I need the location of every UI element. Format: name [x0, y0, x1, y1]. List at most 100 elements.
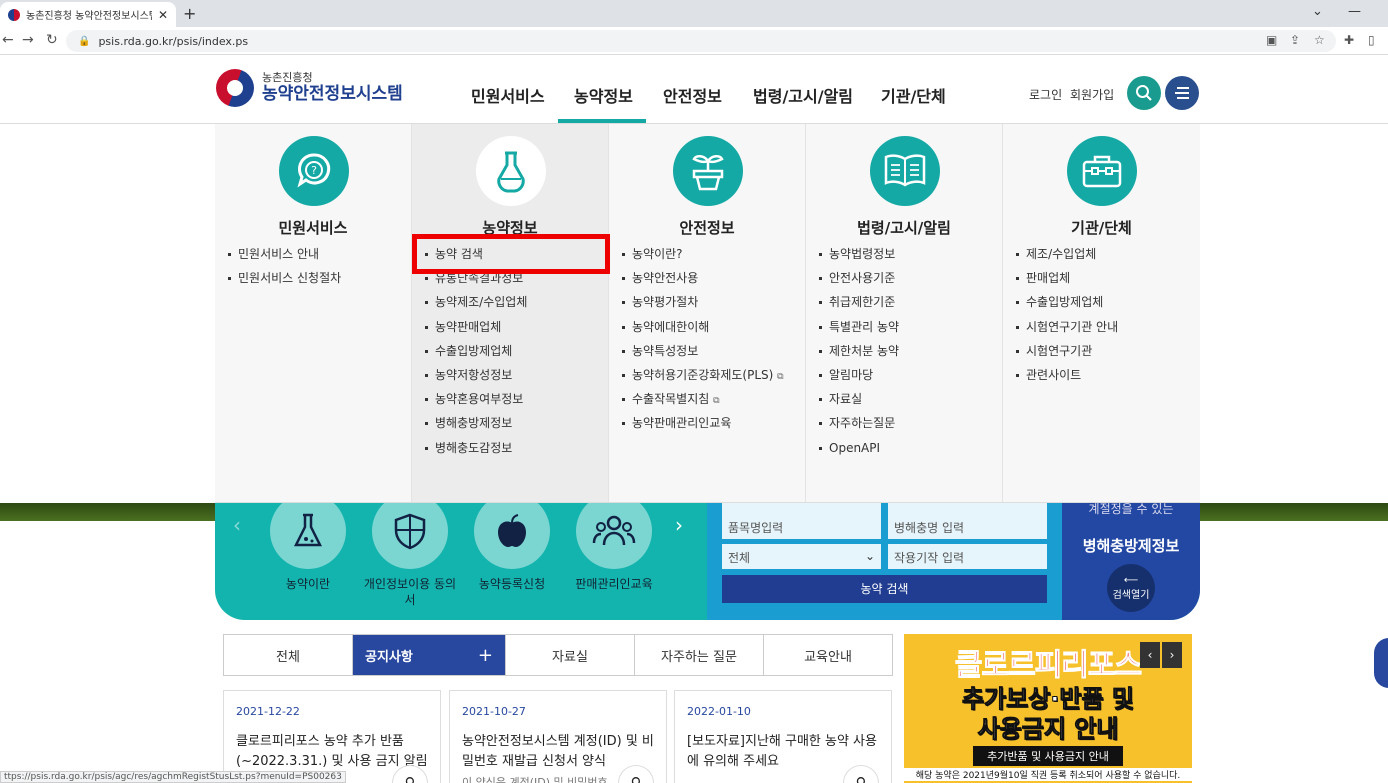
tab-resources[interactable]: 자료실	[506, 635, 635, 675]
menu-link[interactable]: 농약법령정보	[819, 244, 899, 268]
forward-icon[interactable]: →	[22, 32, 34, 48]
menu-link[interactable]: 민원서비스 안내	[228, 244, 341, 268]
banner-prev-button[interactable]: ‹	[1140, 642, 1160, 668]
menu-link[interactable]: 제한처분 농약	[819, 341, 899, 365]
menu-link[interactable]: OpenAPI	[819, 438, 899, 462]
menu-link[interactable]: 농약에대한이해	[622, 317, 784, 341]
menu-link[interactable]: 농약특성정보	[622, 341, 784, 365]
site-header: 농촌진흥청 농약안전정보시스템 민원서비스 농약정보 안전정보 법령/고시/알림…	[0, 55, 1388, 124]
search-button[interactable]	[1127, 76, 1161, 110]
site-logo[interactable]: 농촌진흥청 농약안전정보시스템	[216, 69, 403, 107]
quick-item[interactable]: 농약이란	[258, 503, 358, 592]
menu-link[interactable]: 안전사용기준	[819, 268, 899, 292]
extensions-icon[interactable]: ✚	[1344, 33, 1354, 47]
sidepanel-icon[interactable]: ▯	[1368, 33, 1375, 47]
reload-icon[interactable]: ↻	[46, 32, 58, 48]
menu-link[interactable]: 병해충도감정보	[425, 438, 527, 462]
menu-link[interactable]: 농약혼용여부정보	[425, 389, 527, 413]
menu-link[interactable]: 수출입방제업체	[425, 341, 527, 365]
quick-item-label: 판매관리인교육	[575, 577, 653, 591]
tab-faq[interactable]: 자주하는 질문	[635, 635, 764, 675]
menu-link[interactable]: 병해충방제정보	[425, 413, 527, 437]
menu-link-export[interactable]: 수출작목별지침 ⧉	[622, 389, 784, 413]
url-field[interactable]: 🔒 psis.rda.go.kr/psis/index.ps	[66, 30, 1336, 52]
svg-text:?: ?	[311, 164, 317, 177]
menu-link[interactable]: 자주하는질문	[819, 413, 899, 437]
tab-search-icon[interactable]: ⌄	[1312, 4, 1323, 19]
menu-link[interactable]: 농약판매관리인교육	[622, 413, 784, 437]
nav-item-safety-info[interactable]: 안전정보	[663, 83, 722, 107]
browser-tab[interactable]: 농촌진흥청 농약안전정보시스템 ✕	[0, 2, 176, 27]
menu-link[interactable]: 시험연구기관	[1016, 341, 1118, 365]
mega-col-title: 기관/단체	[1071, 219, 1132, 237]
menu-link[interactable]: 농약제조/수입업체	[425, 292, 527, 316]
back-icon[interactable]: ←	[2, 32, 14, 48]
bookmark-star-icon[interactable]: ☆	[1314, 33, 1325, 47]
menu-link[interactable]: 농약평가절차	[622, 292, 784, 316]
tab-education[interactable]: 교육안내	[764, 635, 892, 675]
toolbox-icon	[1067, 136, 1137, 206]
menu-link[interactable]: 관련사이트	[1016, 365, 1118, 389]
menu-link[interactable]: 알림마당	[819, 365, 899, 389]
quick-item-label: 농약이란	[285, 577, 331, 591]
product-name-input[interactable]: 품목명입력	[722, 514, 881, 539]
banner-next-button[interactable]: ›	[1162, 642, 1182, 668]
menu-link[interactable]: 농약이란?	[622, 244, 784, 268]
login-link[interactable]: 로그인	[1029, 86, 1062, 103]
tab-notice[interactable]: 공지사항 +	[353, 635, 506, 675]
quick-item[interactable]: 판매관리인교육	[564, 503, 664, 592]
menu-link[interactable]: 농약저항성정보	[425, 365, 527, 389]
mega-col-title: 안전정보	[679, 219, 735, 237]
mega-col-title: 민원서비스	[278, 219, 348, 237]
notice-card[interactable]: 2021-12-22 클로르피리포스 농약 추가 반품 (~2022.3.31.…	[223, 690, 441, 783]
tab-all[interactable]: 전체	[224, 635, 353, 675]
cast-icon[interactable]: ▣	[1266, 33, 1277, 47]
browser-status-url: ttps://psis.rda.go.kr/psis/agc/res/agchm…	[0, 771, 346, 783]
notice-card[interactable]: 2022-01-10 [보도자료]지난해 구매한 농약 사용에 유의해 주세요 …	[674, 690, 892, 783]
nav-item-institutions[interactable]: 기관/단체	[881, 83, 946, 107]
minimize-icon[interactable]: —	[1348, 4, 1361, 19]
pesticide-search-button[interactable]: 농약 검색	[722, 575, 1047, 603]
nav-item-civil-service[interactable]: 민원서비스	[471, 83, 545, 107]
menu-link[interactable]: 농약판매업체	[425, 317, 527, 341]
menu-link[interactable]: 자료실	[819, 389, 899, 413]
government-emblem-icon	[216, 69, 254, 107]
notice-card[interactable]: 2021-10-27 농약안전정보시스템 계정(ID) 및 비밀번호 재발급 신…	[449, 690, 667, 783]
mega-col-title: 법령/고시/알림	[857, 219, 951, 237]
quick-prev-arrow-icon[interactable]: ‹	[233, 513, 241, 537]
menu-link[interactable]: 제조/수입업체	[1016, 244, 1118, 268]
mega-col-pesticide-info: 농약정보 농약 검색 유통단속결과정보 농약제조/수입업체 농약판매업체 수출입…	[412, 124, 609, 502]
beaker-icon	[270, 503, 346, 569]
notice-title: 클로르피리포스 농약 추가 반품 (~2022.3.31.) 및 사용 금지 알…	[236, 734, 428, 769]
floating-side-button[interactable]	[1374, 638, 1388, 688]
quick-item-label: 개인정보이용 동의서	[363, 577, 457, 607]
plus-icon[interactable]: +	[478, 645, 493, 666]
mode-of-action-input[interactable]: 작용기작 입력	[888, 544, 1047, 569]
category-select[interactable]: 전체 ⌄	[722, 544, 881, 569]
pest-name-input[interactable]: 병해충명 입력	[888, 514, 1047, 539]
menu-link[interactable]: 수출입방제업체	[1016, 292, 1118, 316]
menu-link[interactable]: 농약안전사용	[622, 268, 784, 292]
nav-item-pesticide-info[interactable]: 농약정보	[574, 83, 633, 107]
notice-title: 농약안전정보시스템 계정(ID) 및 비밀번호 재발급 신청서 양식	[462, 734, 654, 769]
menu-link-pls[interactable]: 농약허용기준강화제도(PLS) ⧉	[622, 365, 784, 389]
close-tab-icon[interactable]: ✕	[158, 8, 168, 22]
menu-link[interactable]: 시험연구기관 안내	[1016, 317, 1118, 341]
book-icon	[870, 136, 940, 206]
quick-next-arrow-icon[interactable]: ›	[675, 513, 683, 537]
menu-link[interactable]: 민원서비스 신청절차	[228, 268, 341, 292]
notice-date: 2021-12-22	[236, 705, 300, 718]
menu-button[interactable]	[1165, 76, 1199, 110]
nav-item-law-notice[interactable]: 법령/고시/알림	[753, 83, 853, 107]
open-search-button[interactable]: ⟵ 검색열기	[1107, 564, 1155, 612]
menu-link-label: 농약허용기준강화제도(PLS)	[632, 367, 774, 382]
share-icon[interactable]: ⇪	[1290, 33, 1300, 47]
menu-link[interactable]: 판매업체	[1016, 268, 1118, 292]
quick-item[interactable]: 농약등록신청	[462, 503, 562, 592]
quick-item[interactable]: 개인정보이용 동의서	[360, 503, 460, 608]
signup-link[interactable]: 회원가입	[1070, 86, 1114, 103]
new-tab-button[interactable]: +	[183, 4, 196, 23]
menu-link[interactable]: 특별관리 농약	[819, 317, 899, 341]
lock-icon: 🔒	[78, 35, 91, 47]
menu-link[interactable]: 취급제한기준	[819, 292, 899, 316]
